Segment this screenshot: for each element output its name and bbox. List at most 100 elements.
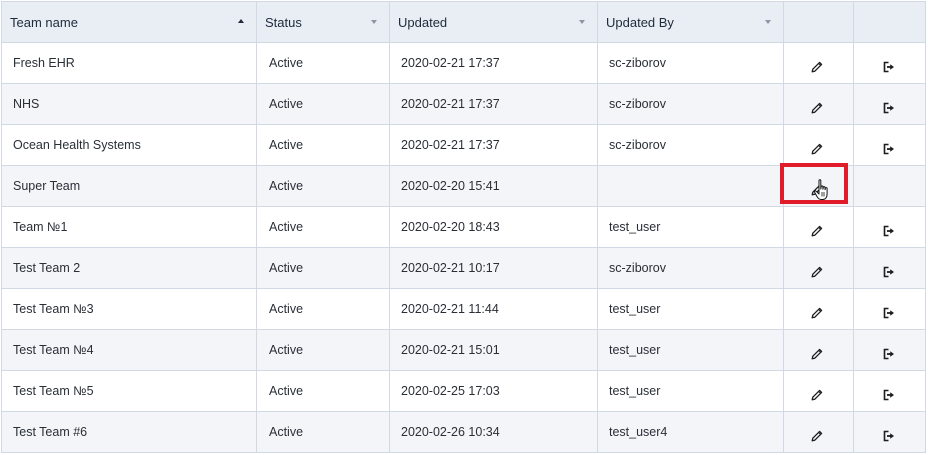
leave-team-button[interactable]	[879, 258, 899, 278]
table-row[interactable]: Ocean Health Systems Active 2020-02-21 17:…	[1, 124, 926, 166]
edit-cell	[783, 83, 854, 125]
team-name: Team №1	[13, 220, 68, 234]
leave-cell	[853, 165, 926, 207]
sort-caret-icon[interactable]	[579, 20, 585, 24]
edit-cell	[783, 370, 854, 412]
edit-button[interactable]	[807, 53, 827, 73]
updated-by-user: sc-ziborov	[609, 261, 666, 275]
table-row[interactable]: Test Team 2 Active 2020-02-21 10:17 sc-zibo…	[1, 247, 926, 289]
leave-team-button[interactable]	[879, 299, 899, 319]
updated-timestamp: 2020-02-21 15:01	[401, 343, 500, 357]
team-name-cell: Test Team №3	[1, 288, 257, 330]
status-cell: Active	[256, 206, 390, 248]
table-header: Team name Status Updated Updated By	[1, 1, 926, 43]
edit-button[interactable]	[807, 381, 827, 401]
updated-timestamp: 2020-02-21 17:37	[401, 56, 500, 70]
updated-by-cell: test_user	[597, 329, 784, 371]
leave-cell	[853, 247, 926, 289]
updated-by-user: test_user4	[609, 425, 668, 439]
updated-by-cell: test_user	[597, 288, 784, 330]
status-text: Active	[269, 302, 304, 316]
status-text: Active	[269, 56, 304, 70]
table-row[interactable]: Test Team #6 Active 2020-02-26 10:34 test_u…	[1, 411, 926, 453]
column-header-label: Updated	[398, 15, 448, 30]
updated-timestamp: 2020-02-21 17:37	[401, 138, 500, 152]
team-name-cell: NHS	[1, 83, 257, 125]
table-row[interactable]: Team №1 Active 2020-02-20 18:43 test_user	[1, 206, 926, 248]
exit-icon	[882, 57, 896, 73]
table-row[interactable]: Test Team №5 Active 2020-02-25 17:03 test_u…	[1, 370, 926, 412]
column-header-status[interactable]: Status	[256, 1, 390, 43]
updated-by-cell: test_user	[597, 206, 784, 248]
updated-cell: 2020-02-21 17:37	[389, 83, 598, 125]
leave-cell	[853, 411, 926, 453]
status-cell: Active	[256, 411, 390, 453]
pencil-icon	[810, 180, 824, 196]
column-header-label: Team name	[10, 15, 78, 30]
table-row[interactable]: NHS Active 2020-02-21 17:37 sc-ziborov	[1, 83, 926, 125]
updated-timestamp: 2020-02-25 17:03	[401, 384, 500, 398]
edit-cell	[783, 411, 854, 453]
leave-cell	[853, 206, 926, 248]
exit-icon	[882, 221, 896, 237]
leave-team-button[interactable]	[879, 381, 899, 401]
updated-by-cell: sc-ziborov	[597, 247, 784, 289]
sort-caret-icon[interactable]	[765, 20, 771, 24]
column-header-team-name[interactable]: Team name	[1, 1, 257, 43]
leave-team-button[interactable]	[879, 422, 899, 442]
column-header-updated[interactable]: Updated	[389, 1, 598, 43]
edit-button[interactable]	[807, 217, 827, 237]
edit-button[interactable]	[807, 258, 827, 278]
leave-team-button[interactable]	[879, 340, 899, 360]
edit-button[interactable]	[807, 422, 827, 442]
edit-button[interactable]	[807, 94, 827, 114]
sort-caret-icon[interactable]	[371, 20, 377, 24]
updated-cell: 2020-02-20 15:41	[389, 165, 598, 207]
team-name-cell: Test Team #6	[1, 411, 257, 453]
team-name: Test Team #6	[13, 425, 88, 439]
updated-timestamp: 2020-02-21 11:44	[401, 302, 499, 316]
updated-by-user: sc-ziborov	[609, 56, 666, 70]
edit-button[interactable]	[807, 340, 827, 360]
edit-cell	[783, 247, 854, 289]
edit-button[interactable]	[807, 135, 827, 155]
leave-team-button[interactable]	[879, 53, 899, 73]
status-cell: Active	[256, 288, 390, 330]
status-text: Active	[269, 220, 304, 234]
edit-cell	[783, 206, 854, 248]
table-row[interactable]: Test Team №3 Active 2020-02-21 11:44 test_u…	[1, 288, 926, 330]
exit-icon	[882, 303, 896, 319]
leave-team-button[interactable]	[879, 94, 899, 114]
status-text: Active	[269, 179, 304, 193]
updated-by-cell: test_user4	[597, 411, 784, 453]
edit-cell	[783, 329, 854, 371]
leave-team-button[interactable]	[879, 135, 899, 155]
status-cell: Active	[256, 165, 390, 207]
status-text: Active	[269, 138, 304, 152]
pencil-icon	[810, 385, 824, 401]
team-name-cell: Ocean Health Systems	[1, 124, 257, 166]
exit-icon	[882, 262, 896, 278]
updated-cell: 2020-02-26 10:34	[389, 411, 598, 453]
team-name: Test Team №5	[13, 384, 94, 398]
column-header-updated-by[interactable]: Updated By	[597, 1, 784, 43]
team-name-cell: Fresh EHR	[1, 42, 257, 84]
edit-button[interactable]	[807, 176, 827, 196]
updated-by-user: test_user	[609, 384, 661, 398]
sort-asc-icon[interactable]	[238, 19, 244, 23]
updated-by-user: test_user	[609, 343, 661, 357]
exit-icon	[882, 344, 896, 360]
team-name-cell: Team №1	[1, 206, 257, 248]
table-row[interactable]: Fresh EHR Active 2020-02-21 17:37 sc-ziboro…	[1, 42, 926, 84]
table-row[interactable]: Test Team №4 Active 2020-02-21 15:01 test_u…	[1, 329, 926, 371]
leave-team-button[interactable]	[879, 217, 899, 237]
exit-icon	[882, 139, 896, 155]
team-name-cell: Test Team №4	[1, 329, 257, 371]
table-row[interactable]: Super Team Active 2020-02-20 15:41	[1, 165, 926, 207]
updated-cell: 2020-02-20 18:43	[389, 206, 598, 248]
edit-button[interactable]	[807, 299, 827, 319]
leave-cell	[853, 83, 926, 125]
status-cell: Active	[256, 329, 390, 371]
updated-by-cell: test_user	[597, 370, 784, 412]
leave-cell	[853, 42, 926, 84]
